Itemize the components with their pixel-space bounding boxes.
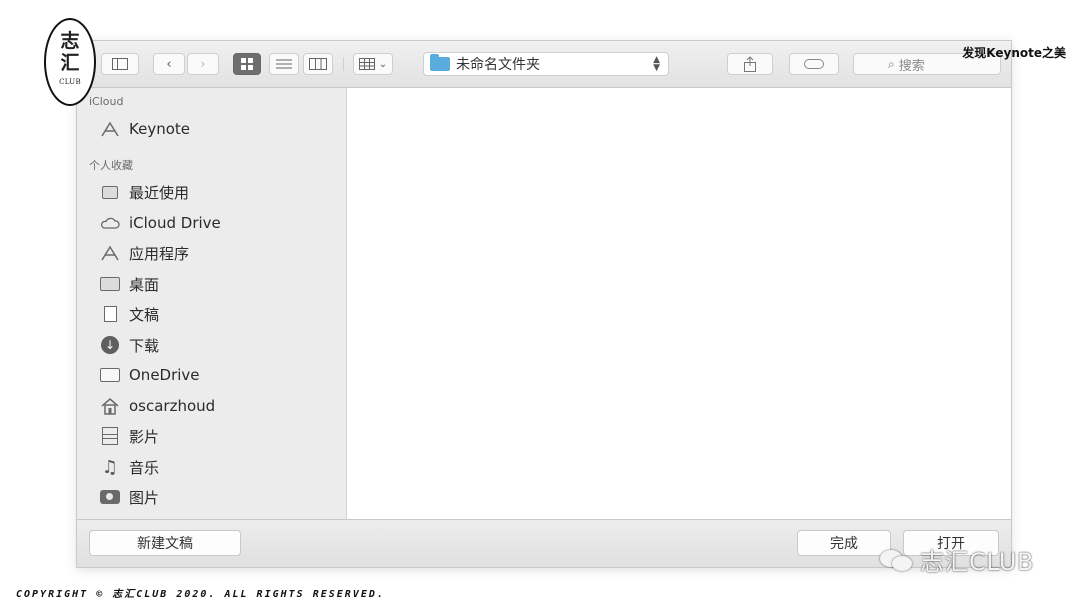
sidebar-item-label: 图片 <box>129 488 160 507</box>
location-label: 未命名文件夹 <box>456 57 540 73</box>
sidebar-item-pictures[interactable]: 图片 <box>99 485 159 509</box>
sidebar-toggle-button[interactable] <box>101 53 139 75</box>
logo-text-3: CLUB <box>59 78 81 86</box>
back-button[interactable]: ‹ <box>153 53 185 75</box>
open-dialog-window: ‹ › ⌄ 未命名文件夹 ▲ ▼ ⌕ 搜索 iCloud Keynote 个人收… <box>76 40 1012 568</box>
location-popup[interactable]: 未命名文件夹 ▲ ▼ <box>423 52 669 76</box>
file-browser-area[interactable] <box>347 88 1011 519</box>
sidebar: iCloud Keynote 个人收藏 最近使用 iCloud Drive 应用… <box>77 88 347 519</box>
sidebar-item-label: 音乐 <box>129 458 160 477</box>
updown-chevron-icon: ▲ ▼ <box>653 55 660 73</box>
watermark-text: 志汇CLUB <box>920 548 1034 576</box>
arrange-button[interactable]: ⌄ <box>353 53 393 75</box>
logo-text-2: 汇 <box>60 52 80 74</box>
sidebar-item-downloads[interactable]: ↓ 下载 <box>99 333 159 357</box>
desktop-icon <box>99 273 121 295</box>
sidebar-item-onedrive[interactable]: OneDrive <box>99 363 200 387</box>
tags-button[interactable] <box>789 53 839 75</box>
sidebar-icon <box>112 58 128 70</box>
pictures-icon <box>99 486 121 508</box>
logo-badge: 志 汇 CLUB <box>44 18 96 106</box>
sidebar-item-documents[interactable]: 文稿 <box>99 302 159 326</box>
logo-text-1: 志 <box>60 30 80 52</box>
sidebar-item-label: 影片 <box>129 427 160 446</box>
sidebar-item-label: oscarzhoud <box>129 397 216 415</box>
grid-icon <box>241 58 253 70</box>
forward-button[interactable]: › <box>187 53 219 75</box>
toolbar-divider <box>343 57 344 71</box>
sidebar-section-favorites: 个人收藏 <box>89 159 133 172</box>
applications-icon <box>99 242 121 264</box>
sidebar-section-icloud: iCloud <box>89 95 124 108</box>
sidebar-item-music[interactable]: ♫ 音乐 <box>99 455 159 479</box>
sidebar-item-movies[interactable]: 影片 <box>99 424 159 448</box>
folder-icon <box>99 364 121 386</box>
chevron-down-icon: ⌄ <box>378 58 388 70</box>
chevron-right-icon: › <box>200 56 206 72</box>
copyright-notice: COPYRIGHT © 志汇CLUB 2020. ALL RIGHTS RESE… <box>16 589 385 600</box>
sidebar-item-label: Keynote <box>129 120 190 138</box>
share-icon <box>744 56 756 72</box>
sidebar-item-recents[interactable]: 最近使用 <box>99 180 189 204</box>
new-document-button[interactable]: 新建文稿 <box>89 530 241 556</box>
wechat-icon <box>880 548 914 572</box>
sidebar-item-icloud-drive[interactable]: iCloud Drive <box>99 211 221 235</box>
sidebar-item-label: OneDrive <box>129 366 200 384</box>
sidebar-item-desktop[interactable]: 桌面 <box>99 272 159 296</box>
search-icon: ⌕ <box>888 56 895 71</box>
search-placeholder: 搜索 <box>898 58 925 74</box>
music-icon: ♫ <box>101 456 119 478</box>
sidebar-item-label: 桌面 <box>129 275 160 294</box>
movies-icon <box>99 425 121 447</box>
sidebar-item-label: 文稿 <box>129 305 160 324</box>
watermark: 志汇CLUB <box>880 542 1034 577</box>
list-view-button[interactable] <box>269 53 299 75</box>
cloud-icon <box>99 212 121 234</box>
folder-icon <box>430 54 450 71</box>
tag-icon <box>804 59 824 69</box>
sidebar-item-label: iCloud Drive <box>129 214 221 232</box>
chevron-left-icon: ‹ <box>166 56 172 72</box>
sidebar-item-label: 下载 <box>129 336 160 355</box>
done-button[interactable]: 完成 <box>797 530 891 556</box>
columns-icon <box>309 58 327 70</box>
bottom-bar: 新建文稿 完成 打开 <box>77 519 1011 567</box>
keynote-app-icon <box>99 118 121 140</box>
sidebar-item-home[interactable]: oscarzhoud <box>99 394 215 418</box>
sidebar-item-label: 应用程序 <box>129 244 190 263</box>
sidebar-item-keynote[interactable]: Keynote <box>99 117 190 141</box>
list-icon <box>276 59 292 69</box>
documents-icon <box>99 303 121 325</box>
toolbar: ‹ › ⌄ 未命名文件夹 ▲ ▼ ⌕ 搜索 <box>77 41 1011 88</box>
sidebar-item-applications[interactable]: 应用程序 <box>99 241 189 265</box>
download-icon: ↓ <box>99 334 121 356</box>
share-button[interactable] <box>727 53 773 75</box>
sidebar-item-label: 最近使用 <box>129 183 190 202</box>
arrange-icon <box>358 58 375 70</box>
column-view-button[interactable] <box>303 53 333 75</box>
icon-view-button[interactable] <box>233 53 261 75</box>
recents-icon <box>99 181 121 203</box>
home-icon <box>99 395 121 417</box>
page-caption: 发现Keynote之美 <box>962 46 1066 60</box>
